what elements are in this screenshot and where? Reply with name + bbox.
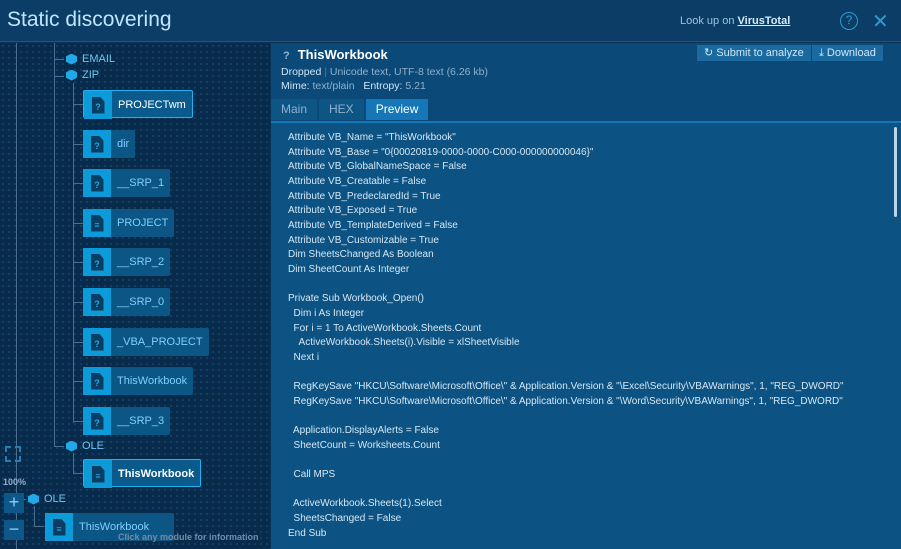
status: Dropped: [281, 66, 322, 78]
unknown-file-icon: ?: [283, 50, 290, 62]
entropy: 5.21: [405, 80, 426, 92]
tree-node[interactable]: ? __SRP_2: [83, 248, 171, 276]
page-title: Static discovering: [7, 8, 172, 31]
mime-label: Mime:: [281, 80, 310, 92]
entropy-label: Entropy:: [363, 80, 403, 92]
unknown-file-icon: ?: [91, 96, 105, 114]
tree-node[interactable]: ? _VBA_PROJECT: [83, 328, 209, 356]
help-icon[interactable]: ?: [840, 12, 858, 30]
cube-icon: [66, 69, 77, 81]
tree-group-ole[interactable]: OLE: [28, 493, 66, 505]
text-file-icon: ≡: [91, 465, 105, 483]
file-type: Unicode text, UTF-8 text (6.26 kb): [329, 66, 489, 78]
tree-node[interactable]: ? ThisWorkbook: [83, 367, 194, 395]
hint-text: Click any module for information: [118, 532, 259, 542]
tab-preview[interactable]: Preview: [365, 99, 429, 120]
submit-label: Submit to analyze: [716, 47, 804, 59]
unknown-file-icon: ?: [90, 412, 104, 430]
node-label: __SRP_3: [117, 415, 165, 427]
zoom-level: 100%: [3, 477, 27, 487]
file-meta-2: Mime: text/plain Entropy: 5.21: [281, 80, 426, 92]
unknown-file-icon: ?: [90, 135, 104, 153]
tree-node[interactable]: ? PROJECTwm: [83, 90, 193, 119]
node-label: PROJECTwm: [118, 99, 186, 111]
tab-hex[interactable]: HEX: [319, 99, 364, 120]
fit-screen-icon[interactable]: [5, 446, 21, 462]
tree-group-ole[interactable]: OLE: [66, 440, 104, 452]
tree-node[interactable]: ? dir: [83, 130, 136, 158]
zoom-in-button[interactable]: +: [4, 493, 24, 513]
zoom-out-button[interactable]: −: [4, 520, 24, 540]
node-label: PROJECT: [117, 217, 169, 229]
node-label: __SRP_0: [117, 296, 165, 308]
node-label: dir: [117, 138, 130, 150]
unknown-file-icon: ?: [90, 333, 104, 351]
text-file-icon: ≡: [90, 214, 104, 232]
file-name: ThisWorkbook: [297, 47, 388, 62]
tree-node[interactable]: ? __SRP_0: [83, 288, 171, 316]
download-button[interactable]: ⤓ Download: [812, 45, 883, 61]
node-label: ThisWorkbook: [118, 468, 195, 480]
module-tree[interactable]: EMAIL ZIP ? PROJECTwm ? dir ? __SRP_1 ≡ PROJ…: [0, 43, 270, 549]
tree-node[interactable]: ≡ PROJECT: [83, 209, 175, 237]
unknown-file-icon: ?: [90, 372, 104, 390]
virustotal-link[interactable]: VirusTotal: [738, 15, 791, 27]
tree-node[interactable]: ? __SRP_1: [83, 169, 171, 197]
tree-group-zip[interactable]: ZIP: [66, 69, 99, 81]
refresh-icon: ↻: [704, 47, 717, 59]
header: Static discovering Look up on VirusTotal…: [0, 0, 901, 42]
file-meta: Dropped | Unicode text, UTF-8 text (6.26…: [281, 66, 489, 78]
detail-panel: ? ThisWorkbook ↻ Submit to analyze ⤓ Down…: [271, 43, 901, 549]
cube-icon: [66, 440, 77, 452]
node-label: ThisWorkbook: [117, 375, 188, 387]
tree-group-email[interactable]: EMAIL: [66, 53, 115, 65]
file-title: ? ThisWorkbook: [283, 47, 396, 62]
group-label: ZIP: [82, 69, 100, 81]
lookup-label: Look up on: [680, 15, 735, 27]
unknown-file-icon: ?: [90, 293, 104, 311]
code-text: Attribute VB_Name = "ThisWorkbook" Attri…: [288, 132, 844, 539]
scrollbar[interactable]: [894, 127, 897, 217]
close-icon[interactable]: ✕: [872, 9, 889, 34]
tab-bar: Main HEX Preview: [271, 99, 429, 120]
node-label: __SRP_1: [117, 177, 165, 189]
group-label: OLE: [44, 493, 67, 505]
code-preview[interactable]: Attribute VB_Name = "ThisWorkbook" Attri…: [271, 121, 901, 549]
virustotal-lookup: Look up on VirusTotal: [680, 15, 790, 27]
download-icon: ⤓: [819, 47, 827, 59]
group-label: OLE: [82, 440, 105, 452]
node-label: _VBA_PROJECT: [117, 336, 203, 348]
unknown-file-icon: ?: [90, 174, 104, 192]
tab-main[interactable]: Main: [271, 99, 318, 120]
tree-node[interactable]: ? __SRP_3: [83, 407, 171, 435]
unknown-file-icon: ?: [90, 253, 104, 271]
submit-analyze-button[interactable]: ↻ Submit to analyze: [697, 45, 811, 61]
text-file-icon: ≡: [52, 518, 66, 536]
download-label: Download: [826, 47, 876, 59]
node-label: __SRP_2: [117, 256, 165, 268]
tree-node-selected[interactable]: ≡ ThisWorkbook: [83, 459, 202, 488]
cube-icon: [66, 53, 77, 65]
mime: text/plain: [312, 80, 355, 92]
cube-icon: [28, 493, 39, 505]
group-label: EMAIL: [82, 53, 116, 65]
